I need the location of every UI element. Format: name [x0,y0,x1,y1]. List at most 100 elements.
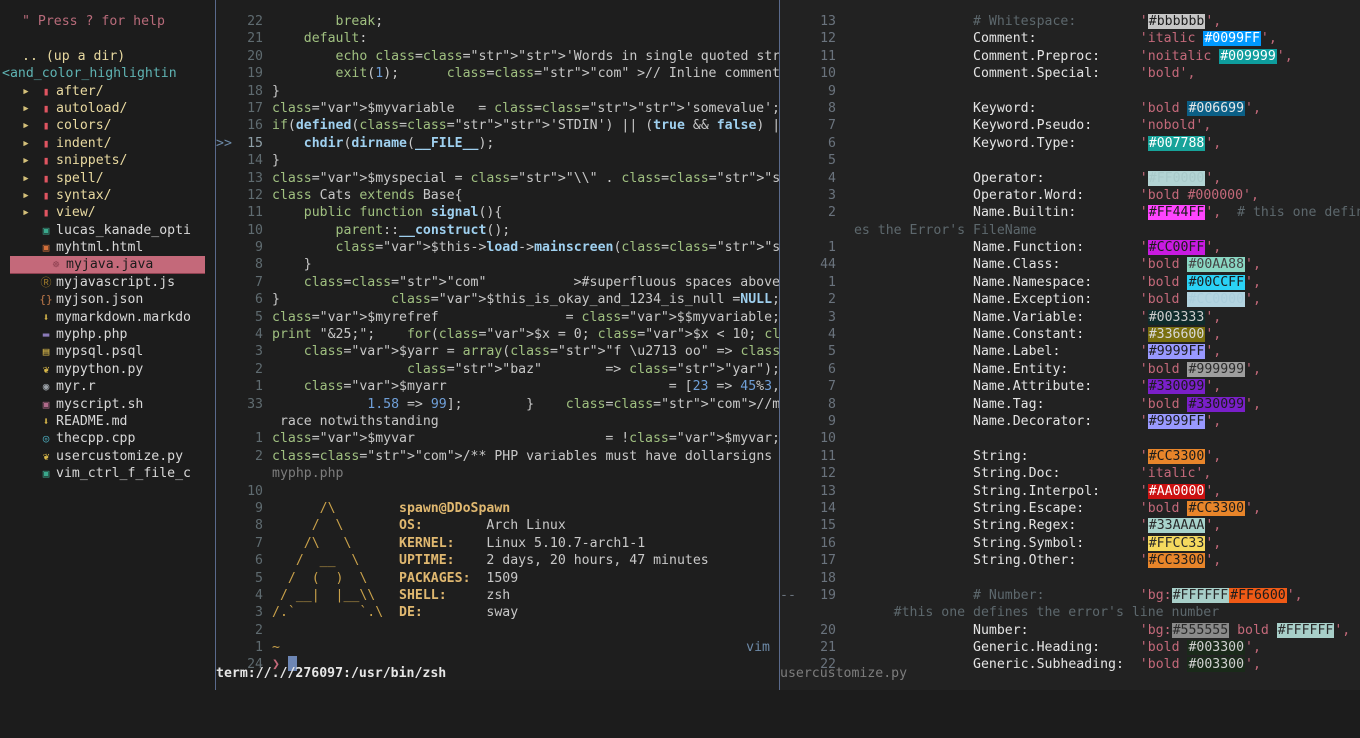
theme-quote-close: ', [1243,187,1259,203]
theme-color-swatch: #0099FF [1203,31,1261,47]
code-line: 14} [216,152,780,169]
chevron-right-icon[interactable]: ▸ [22,83,36,100]
theme-style-modifier: bold [1229,622,1277,638]
tree-item-label: lucas_kanade_opti [56,222,191,238]
sidebar-file-myscript.sh[interactable]: ▣ myscript.sh [0,396,216,413]
theme-quote-close: ', [1245,292,1261,308]
theme-quote-open: ' [1139,396,1148,412]
theme-color-swatch: #bbbbbb [1147,14,1206,29]
theme-line-number: 21 [820,640,836,656]
theme-token-name: Name.Variable: [973,309,1085,325]
chevron-right-icon[interactable]: ▸ [22,135,36,152]
sidebar-dir-autoload[interactable]: ▸ ▮ autoload/ [0,100,216,117]
code-line-number: 2 [255,361,263,377]
code-line-number: 18 [247,83,263,99]
code-line-number: 8 [255,257,263,273]
sidebar-file-myjson.json[interactable]: {} myjson.json [0,291,216,308]
neofetch-value: 1509 [486,570,519,586]
sidebar-file-lucas_kanade_opti[interactable]: ▣ lucas_kanade_opti [0,222,216,239]
sidebar-file-mypsql.psql[interactable]: ▤ mypsql.psql [0,343,216,360]
theme-color-swatch: #9999FF [1147,413,1206,429]
code-line-number: 5 [255,309,263,325]
theme-color-swatch: #003333 [1147,309,1206,325]
sidebar-file-myhtml.html[interactable]: ▣ myhtml.html [0,239,216,256]
code-line: 16 if(defined(class=class="str">"str" >'ST… [216,117,780,134]
theme-line-number: 8 [828,100,836,116]
theme-line: 6 Name.Entity: 'bold #999999', [780,361,1360,378]
code-line-text: class="var">$myspecial [272,170,447,186]
code-line-number: 20 [247,48,263,64]
java-file-icon: ☸ [52,257,60,271]
chevron-right-icon[interactable]: ▸ [22,152,36,169]
chevron-right-icon[interactable]: ▸ [22,187,36,204]
theme-bg-prefix: bg: [1147,587,1172,603]
theme-quote-close: ', [1245,640,1261,656]
code-line-text: if(defined(class=class="str">"str" [272,118,543,134]
code-line: 22 break; [216,13,780,30]
theme-quote-close: ', [1205,309,1222,325]
tree-root-dir[interactable]: <and_color_highlightin [0,65,216,82]
theme-sign-column: -- [780,587,796,603]
sidebar-file-mymarkdown.markdo[interactable]: ⬇ mymarkdown.markdo [0,309,216,326]
python-file-icon: ❦ [42,362,50,376]
theme-quote-open: ' [1139,31,1148,47]
theme-color-swatch: #330099 [1187,396,1246,412]
taskbar[interactable]: 0 1 vlc 2 nvim 3 zsh 4 nvim 5 zsh ♪ ♥ 11… [0,698,1360,738]
sidebar-dir-indent[interactable]: ▸ ▮ indent/ [0,135,216,152]
theme-line-number: 13 [820,483,836,499]
chevron-right-icon[interactable]: ▸ [22,204,36,221]
sidebar-file-vim_ctrl_f_file_c[interactable]: ▣ vim_ctrl_f_file_c [0,465,216,482]
vim-empty-line-marker: ~ [272,640,280,656]
sidebar-file-thecpp.cpp[interactable]: ◎ thecpp.cpp [0,430,216,447]
theme-quote-close: ', [1245,396,1261,412]
file-tree-pane[interactable]: " Press ? for help .. (up a dir) <and_col… [0,0,216,690]
theme-token-name: Name.Exception: [973,292,1093,308]
sidebar-file-myphp.php[interactable]: ▬ myphp.php [0,326,216,343]
tree-up-dir[interactable]: .. (up a dir) [0,48,216,65]
theme-quote-close: ', [1179,66,1196,82]
sidebar-file-myjavascript.js[interactable]: Ⓡmyjavascript.js [0,274,216,291]
theme-wrapped-comment: es the Error's FileName [846,222,1037,238]
theme-line: 6 Keyword.Type: '#007788', [780,135,1360,152]
theme-token-name: Operator.Word: [973,187,1085,203]
sidebar-dir-colors[interactable]: ▸ ▮ colors/ [0,117,216,134]
theme-quote-open: ' [1139,587,1148,603]
sidebar-dir-syntax[interactable]: ▸ ▮ syntax/ [0,187,216,204]
sidebar-file-README.md[interactable]: ⬇ README.md [0,413,216,430]
tree-item-label: usercustomize.py [56,448,184,464]
theme-token-name: Keyword.Type: [973,135,1077,151]
arch-logo-ascii: / __| |__\\ [272,587,400,603]
theme-token-name: # Whitespace: [973,14,1077,29]
theme-line-number: 4 [828,327,836,343]
theme-token-name: Name.Function: [973,240,1085,256]
theme-quote-close: ', [1195,118,1212,134]
sidebar-file-mypython.py[interactable]: ❦ mypython.py [0,361,216,378]
theme-quote-close: ', [1205,327,1222,343]
theme-line-number: 2 [828,292,836,308]
sidebar-file-myjava.java[interactable]: ☸ myjava.java [10,256,205,274]
code-editor-pane[interactable]: 22 break; 21 default: 20 echo class=class=… [216,0,780,690]
code-line-text: } [272,153,280,169]
sidebar-file-usercustomize.py[interactable]: ❦ usercustomize.py [0,448,216,465]
chevron-right-icon[interactable]: ▸ [22,100,36,117]
tree-item-label: thecpp.cpp [56,431,136,447]
chevron-right-icon[interactable]: ▸ [22,170,36,187]
sidebar-dir-spell[interactable]: ▸ ▮ spell/ [0,170,216,187]
code-line-number: 7 [255,274,263,290]
tree-item-label: myjava.java [66,256,154,272]
chevron-right-icon[interactable]: ▸ [22,117,36,134]
theme-token-name: # Number: [973,587,1045,603]
theme-line: 8 Name.Tag: 'bold #330099', [780,396,1360,413]
sidebar-dir-after[interactable]: ▸ ▮ after/ [0,83,216,100]
sidebar-dir-snippets[interactable]: ▸ ▮ snippets/ [0,152,216,169]
theme-quote-open: ' [1139,640,1148,656]
theme-color-swatch: #003300 [1187,657,1246,673]
sidebar-file-myr.r[interactable]: ◉ myr.r [0,378,216,395]
theme-config-pane[interactable]: 13 # Whitespace: '#bbbbbb', 12 Comment: '… [780,0,1360,690]
sidebar-dir-view[interactable]: ▸ ▮ view/ [0,204,216,221]
theme-quote-open: ' [1139,48,1148,64]
theme-line-number: 13 [820,14,836,29]
theme-style-modifier: bold [1147,640,1188,656]
theme-style-modifier: bold [1147,66,1180,82]
